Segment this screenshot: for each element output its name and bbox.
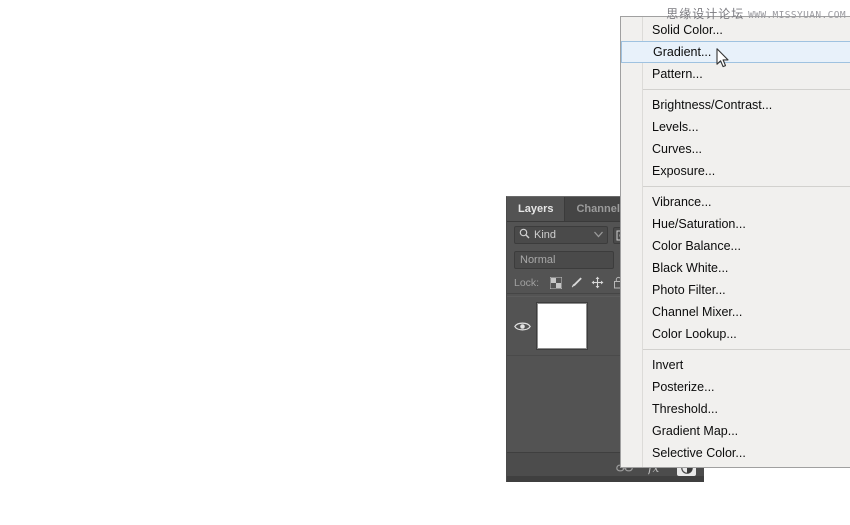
tab-layers-label: Layers: [518, 203, 554, 215]
menu-separator: [643, 349, 850, 350]
menu-separator: [643, 89, 850, 90]
menu-item-pattern[interactable]: Pattern...: [621, 63, 850, 85]
menu-separator: [643, 186, 850, 187]
lock-transparency-icon[interactable]: [549, 276, 562, 289]
blend-mode-select[interactable]: Normal: [514, 251, 614, 269]
panel-bottom-edge: [507, 476, 704, 482]
menu-item-invert[interactable]: Invert: [621, 354, 850, 376]
lock-label: Lock:: [514, 276, 540, 289]
tab-layers[interactable]: Layers: [507, 197, 566, 221]
menu-item-photo-filter[interactable]: Photo Filter...: [621, 279, 850, 301]
watermark: 思缘设计论坛 WWW.MISSYUAN.COM: [666, 5, 846, 22]
menu-item-black-white[interactable]: Black White...: [621, 257, 850, 279]
menu-item-brightness-contrast[interactable]: Brightness/Contrast...: [621, 94, 850, 116]
menu-item-vibrance[interactable]: Vibrance...: [621, 191, 850, 213]
menu-item-gradient[interactable]: Gradient...: [621, 41, 850, 63]
filter-kind-select[interactable]: Kind: [514, 226, 608, 244]
menu-item-threshold[interactable]: Threshold...: [621, 398, 850, 420]
new-fill-or-adjustment-layer-menu: Solid Color... Gradient... Pattern... Br…: [620, 16, 850, 468]
menu-item-channel-mixer[interactable]: Channel Mixer...: [621, 301, 850, 323]
menu-item-gradient-map[interactable]: Gradient Map...: [621, 420, 850, 442]
chevron-down-icon: [594, 229, 603, 241]
filter-kind-value: Kind: [534, 229, 557, 241]
blend-mode-value: Normal: [520, 254, 556, 266]
menu-item-posterize[interactable]: Posterize...: [621, 376, 850, 398]
photoshop-screenshot: 思缘设计论坛 WWW.MISSYUAN.COM Layers Channels …: [0, 0, 850, 525]
magnifier-icon: [519, 228, 530, 242]
menu-item-exposure[interactable]: Exposure...: [621, 160, 850, 182]
menu-item-curves[interactable]: Curves...: [621, 138, 850, 160]
menu-item-color-lookup[interactable]: Color Lookup...: [621, 323, 850, 345]
menu-item-solid-color[interactable]: Solid Color...: [621, 19, 850, 41]
menu-item-hue-saturation[interactable]: Hue/Saturation...: [621, 213, 850, 235]
lock-position-icon[interactable]: [591, 276, 604, 289]
watermark-url: WWW.MISSYUAN.COM: [748, 10, 846, 21]
eye-icon[interactable]: [507, 321, 537, 332]
tab-channels-label: Channels: [576, 203, 626, 215]
menu-item-color-balance[interactable]: Color Balance...: [621, 235, 850, 257]
lock-image-icon[interactable]: [570, 276, 583, 289]
menu-item-levels[interactable]: Levels...: [621, 116, 850, 138]
menu-item-selective-color[interactable]: Selective Color...: [621, 442, 850, 464]
layer-thumbnail[interactable]: [537, 303, 587, 349]
watermark-chinese: 思缘设计论坛: [666, 7, 745, 21]
